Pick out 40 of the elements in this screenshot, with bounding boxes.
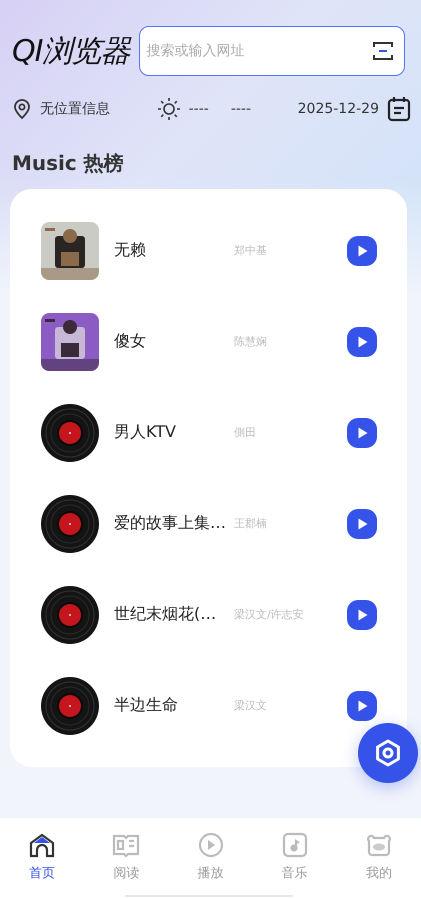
play-button[interactable] — [347, 508, 377, 538]
book-icon — [111, 832, 142, 858]
vinyl-disc-icon — [41, 586, 99, 644]
date-text: 2025-12-29 — [298, 101, 379, 117]
artist-name: 郑中基 — [234, 243, 268, 258]
song-title: 爱的故事上集… — [114, 513, 227, 534]
scan-icon[interactable] — [371, 39, 395, 63]
vinyl-disc-icon — [41, 676, 99, 734]
artist-name: 梁汉文/许志安 — [234, 607, 305, 622]
song-title: 世纪末烟花(… — [114, 604, 218, 625]
vinyl-disc-icon — [41, 494, 99, 552]
calendar-icon[interactable] — [387, 96, 411, 122]
song-title: 无赖 — [114, 240, 147, 261]
sun-icon — [156, 97, 181, 121]
search-field[interactable]: 搜索或输入网址 — [139, 26, 405, 76]
nav-tab[interactable]: 我的 — [336, 832, 421, 898]
section-title: Music 热榜 — [12, 150, 125, 177]
vinyl-disc-icon — [41, 404, 99, 462]
weather-text: ---- — [188, 101, 209, 117]
play-button[interactable] — [347, 236, 377, 266]
temperature-text: ---- — [230, 101, 252, 117]
nav-tab[interactable]: 阅读 — [84, 832, 168, 898]
app-title: QI浏览器 — [12, 32, 130, 70]
location-pin-icon — [12, 98, 32, 120]
artist-name: 陈慧娴 — [234, 334, 268, 349]
play-button[interactable] — [347, 326, 377, 356]
nav-tab[interactable]: 首页 — [0, 832, 84, 898]
song-title: 男人KTV — [114, 422, 177, 443]
nav-tab[interactable]: 播放 — [168, 832, 253, 898]
location-text: 无位置信息 — [40, 100, 110, 118]
artist-name: 王郡楠 — [234, 516, 268, 531]
artist-name: 側田 — [234, 425, 257, 440]
artist-name: 梁汉文 — [234, 698, 268, 713]
play-button[interactable] — [347, 690, 377, 720]
song-title: 半边生命 — [114, 695, 179, 716]
song-title: 傻女 — [114, 331, 147, 352]
play-button[interactable] — [347, 600, 377, 630]
settings-button[interactable] — [358, 723, 418, 783]
play-button[interactable] — [347, 418, 377, 448]
nav-tab[interactable]: 音乐 — [252, 832, 337, 898]
